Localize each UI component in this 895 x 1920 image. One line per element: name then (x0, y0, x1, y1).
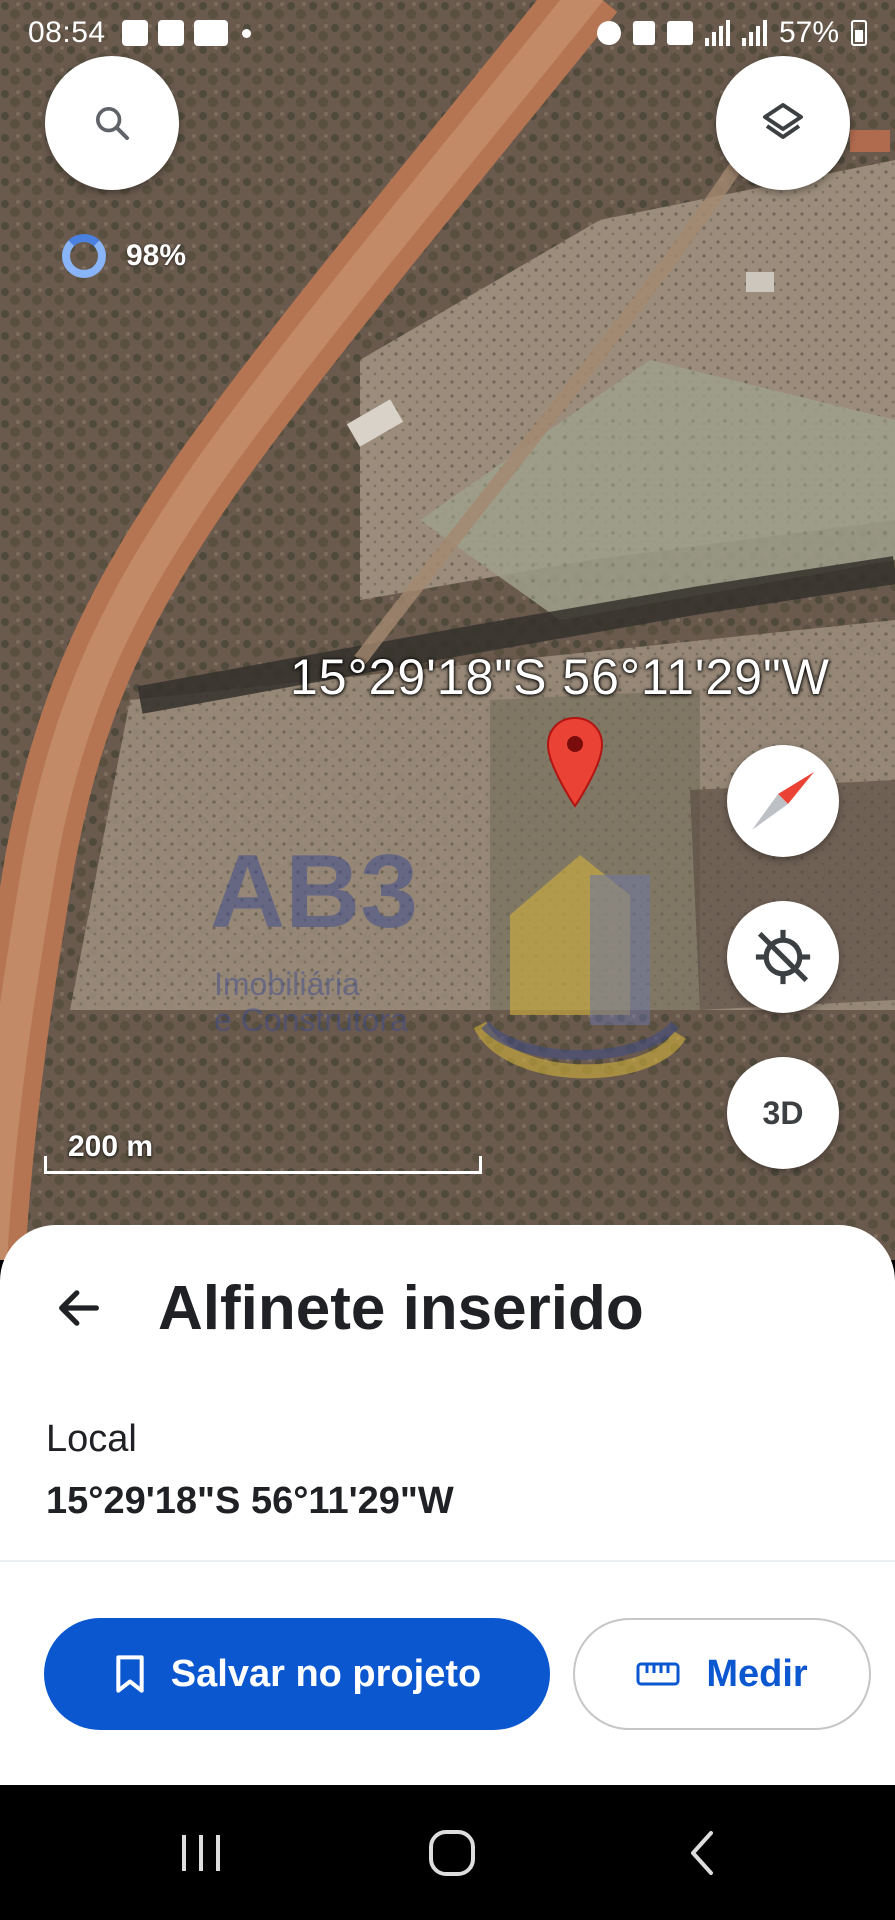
loading-percent: 98% (126, 239, 187, 272)
dot-icon (242, 28, 251, 38)
scale-bar (44, 1156, 482, 1174)
system-icons: 57% (596, 16, 867, 50)
status-bar: 08:54 57% (0, 0, 895, 68)
location-off-icon (755, 929, 811, 985)
system-navigation-bar (0, 1785, 895, 1920)
bookmark-icon (116, 1655, 144, 1693)
compass-button[interactable] (727, 745, 839, 857)
battery-percent: 57% (778, 16, 839, 49)
search-icon (96, 107, 129, 140)
divider (0, 1560, 895, 1562)
layers-icon (763, 103, 803, 139)
map-pin-icon[interactable] (546, 716, 604, 808)
pin-details-sheet: Alfinete inserido Local 15°29'18"S 56°11… (0, 1225, 895, 1785)
watermark-title: AB3 (210, 835, 418, 950)
compass-icon (752, 772, 814, 830)
signal-icon (741, 20, 767, 46)
battery-icon (851, 20, 867, 46)
watermark-logo: AB3 Imobiliária e Construtora (210, 835, 686, 1079)
back-button[interactable] (44, 1273, 114, 1343)
signal-icon (704, 20, 730, 46)
arrow-back-icon (59, 1290, 99, 1326)
home-button[interactable] (412, 1815, 492, 1891)
location-label: Local (46, 1418, 137, 1460)
layers-button[interactable] (716, 56, 850, 190)
my-location-button[interactable] (727, 901, 839, 1013)
map-coordinate-label: 15°29'18"S 56°11'29"W (290, 649, 830, 705)
sheet-title: Alfinete inserido (158, 1274, 644, 1343)
voicemail-icon (194, 20, 228, 46)
back-nav-button[interactable] (662, 1815, 742, 1891)
gallery-icon (122, 20, 148, 46)
measure-button-label: Medir (706, 1652, 808, 1695)
location-coordinates: 15°29'18"S 56°11'29"W (46, 1480, 454, 1522)
status-time: 08:54 (28, 16, 106, 49)
home-icon (429, 1830, 475, 1876)
watermark-subtitle-2: e Construtora (214, 1002, 408, 1038)
loading-indicator: 98% (62, 234, 186, 278)
save-to-project-button[interactable]: Salvar no projeto (44, 1618, 550, 1730)
3d-toggle-button[interactable]: 3D (727, 1057, 839, 1169)
chevron-left-icon (691, 1831, 713, 1875)
search-button[interactable] (45, 56, 179, 190)
save-button-label: Salvar no projeto (170, 1652, 482, 1695)
recent-apps-icon (182, 1835, 220, 1871)
measure-button[interactable]: Medir (573, 1618, 871, 1730)
alarm-icon (596, 21, 621, 45)
watermark-subtitle-1: Imobiliária (214, 966, 360, 1002)
recent-apps-button[interactable] (161, 1815, 241, 1891)
satellite-map[interactable]: AB3 Imobiliária e Construtora 98% 15°29'… (0, 0, 895, 1260)
5g-icon (666, 21, 693, 45)
notification-icons (122, 20, 251, 46)
checkbox-icon (158, 20, 184, 46)
map-scale: 200 m (44, 1130, 482, 1178)
mute-icon (632, 21, 655, 45)
loading-spinner-icon (62, 234, 106, 278)
ruler-icon (636, 1662, 680, 1686)
